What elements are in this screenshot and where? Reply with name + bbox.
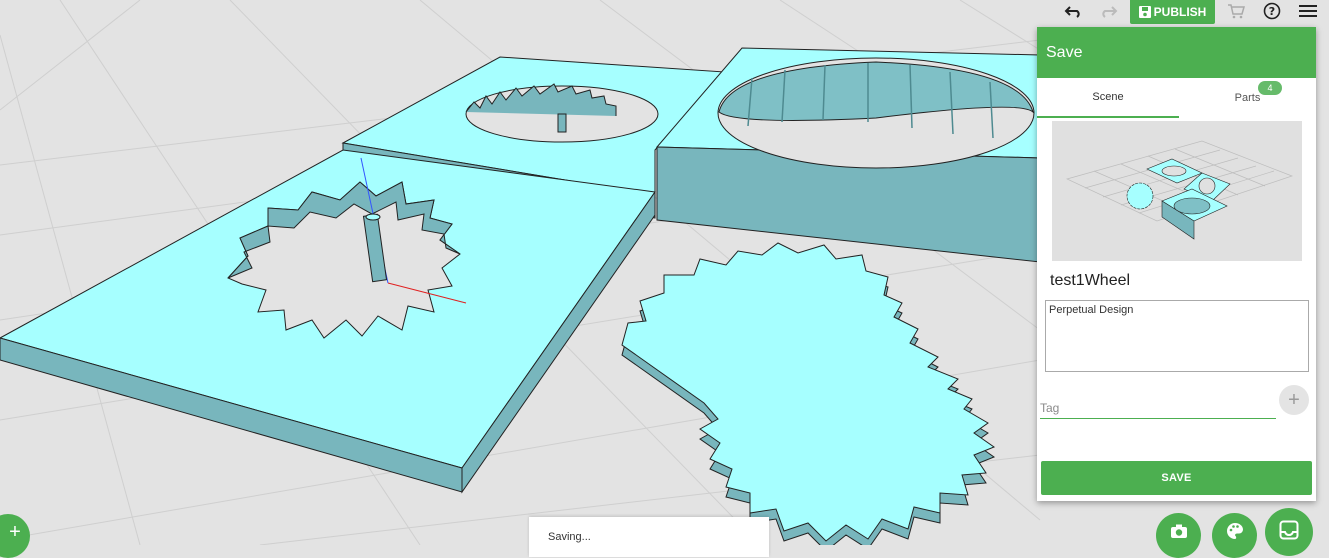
save-disk-icon — [1138, 6, 1151, 18]
save-panel-tabs: Scene Parts 4 — [1037, 78, 1316, 118]
front-left-plate — [0, 149, 656, 494]
camera-icon — [1170, 524, 1187, 538]
menu-icon[interactable] — [1295, 0, 1321, 22]
add-tag-button[interactable]: + — [1279, 385, 1309, 415]
status-toast-text: Saving... — [548, 531, 591, 543]
tag-input[interactable] — [1040, 397, 1276, 419]
undo-icon[interactable] — [1061, 0, 1087, 22]
publish-button[interactable]: PUBLISH — [1130, 0, 1215, 24]
save-panel-title: Save — [1037, 27, 1316, 78]
scene-thumbnail — [1052, 121, 1302, 261]
inbox-icon — [1279, 520, 1299, 540]
palette-icon — [1226, 522, 1243, 539]
screenshot-button[interactable] — [1156, 513, 1201, 558]
panel-toggle-button[interactable] — [1265, 508, 1313, 556]
parts-count-badge: 4 — [1258, 81, 1282, 95]
redo-icon[interactable] — [1095, 0, 1121, 22]
help-icon[interactable]: ? — [1259, 0, 1285, 22]
svg-text:?: ? — [1269, 5, 1275, 18]
plus-icon: + — [9, 520, 21, 543]
gear-wheel — [621, 242, 996, 545]
back-right-block — [655, 47, 1041, 263]
description-field[interactable]: Perpetual Design — [1045, 300, 1309, 372]
cart-icon[interactable] — [1223, 0, 1249, 22]
tab-scene[interactable]: Scene — [1037, 78, 1179, 118]
status-toast: Saving... — [529, 517, 769, 557]
tab-parts[interactable]: Parts — [1179, 78, 1316, 118]
publish-label: PUBLISH — [1153, 5, 1207, 19]
save-panel: Save Scene Parts 4 test1Wheel Perpetual … — [1037, 27, 1316, 501]
color-palette-button[interactable] — [1212, 513, 1257, 558]
plus-icon: + — [1288, 388, 1300, 411]
save-button[interactable]: SAVE — [1041, 461, 1312, 495]
design-name: test1Wheel — [1050, 272, 1131, 289]
